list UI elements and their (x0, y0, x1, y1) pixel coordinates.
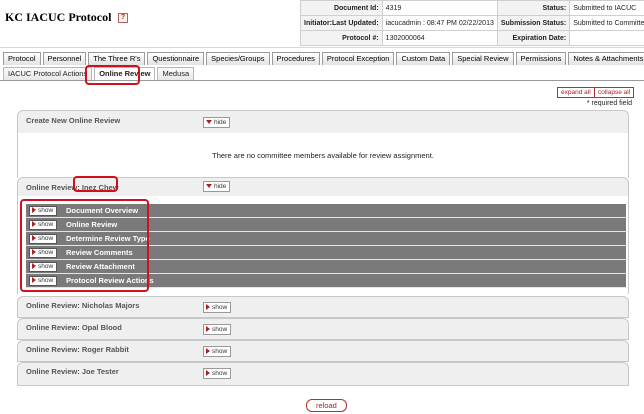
roger-rabbit-show-button[interactable]: show (203, 346, 232, 357)
expand-all-button[interactable]: expand all (557, 87, 595, 98)
reviewer-name-highlight (73, 176, 118, 192)
online-review-panel-collapsed: Online Review: Roger Rabbit show (17, 340, 629, 362)
submission-status-label: Submission Status: (496, 15, 571, 31)
create-review-hide-button[interactable]: hide (203, 117, 231, 128)
create-online-review-panel: Create New Online Review hide There are … (17, 110, 629, 178)
review-sections-highlight (20, 199, 149, 292)
expand-arrow-icon (206, 326, 210, 333)
expand-arrow-icon (206, 348, 210, 355)
collapsed-review-title: Online Review: Opal Blood (26, 323, 122, 332)
doc-info-row: Document Id: 4319 Status: Submitted to I… (300, 0, 644, 16)
protocol-number-value: 1302000064 (381, 30, 498, 46)
hide-label: hide (214, 119, 227, 126)
doc-id-value: 4319 (381, 0, 498, 16)
create-review-body: There are no committee members available… (18, 133, 628, 178)
hide-label: hide (214, 183, 227, 190)
tab-procedures[interactable]: Procedures (271, 52, 320, 65)
collapsed-review-title: Online Review: Nicholas Majors (26, 301, 140, 310)
required-field-note: * required field (586, 100, 632, 107)
collapsed-review-title: Online Review: Roger Rabbit (26, 345, 129, 354)
online-review-panel-collapsed: Online Review: Joe Tester show (17, 362, 629, 386)
initiator-value: iacucadmin : 08:47 PM 02/22/2013 (381, 15, 498, 31)
status-value: Submitted to IACUC (569, 0, 644, 16)
document-info-table: Document Id: 4319 Status: Submitted to I… (300, 0, 644, 46)
tab-personnel[interactable]: Personnel (42, 52, 87, 65)
doc-info-row: Protocol #: 1302000064 Expiration Date: (300, 30, 644, 46)
page-title: KC IACUC Protocol (5, 10, 112, 24)
online-review-panel-collapsed: Online Review: Nicholas Majors show (17, 296, 629, 318)
open-review-hide-button[interactable]: hide (203, 181, 231, 192)
document-header: KC IACUC Protocol ? Document Id: 4319 St… (0, 0, 644, 48)
show-label: show (212, 304, 228, 311)
reload-button[interactable]: reload (306, 399, 347, 412)
expiration-date-value (569, 30, 644, 46)
submission-status-value: Submitted to Committee (569, 15, 644, 31)
show-label: show (212, 348, 228, 355)
open-review-prefix: Online Review: (26, 183, 80, 192)
tab-protocol-exception[interactable]: Protocol Exception (321, 52, 395, 65)
show-label: show (212, 326, 228, 333)
doc-id-label: Document Id: (300, 0, 383, 16)
nicholas-majors-show-button[interactable]: show (203, 302, 232, 313)
show-label: show (212, 370, 228, 377)
tab-questionnaire[interactable]: Questionnaire (147, 52, 205, 65)
tab-notes-attachments[interactable]: Notes & Attachments (568, 52, 644, 65)
tab-medusa[interactable]: Medusa (157, 67, 195, 80)
tab-protocol[interactable]: Protocol (3, 52, 41, 65)
collapse-arrow-icon (206, 184, 212, 189)
collapsed-review-title: Online Review: Joe Tester (26, 367, 119, 376)
doc-info-row: Initiator:Last Updated: iacucadmin : 08:… (300, 15, 644, 31)
tab-iacuc-protocol-actions[interactable]: IACUC Protocol Actions (3, 67, 93, 80)
initiator-label: Initiator:Last Updated: (300, 15, 383, 31)
tab-special-review[interactable]: Special Review (452, 52, 514, 65)
expand-arrow-icon (206, 370, 210, 377)
help-icon[interactable]: ? (118, 13, 128, 23)
main-tabs: Protocol Personnel The Three R's Questio… (3, 52, 644, 65)
no-members-message: There are no committee members available… (212, 151, 434, 160)
opal-blood-show-button[interactable]: show (203, 324, 232, 335)
tab-species-groups[interactable]: Species/Groups (206, 52, 270, 65)
expand-arrow-icon (206, 304, 210, 311)
online-review-tab-highlight (85, 65, 140, 85)
online-review-panel-collapsed: Online Review: Opal Blood show (17, 318, 629, 340)
collapse-all-button[interactable]: collapse all (594, 87, 635, 98)
status-label: Status: (496, 0, 571, 16)
collapse-arrow-icon (206, 120, 212, 125)
tab-custom-data[interactable]: Custom Data (396, 52, 451, 65)
create-review-title: Create New Online Review (26, 116, 121, 125)
joe-tester-show-button[interactable]: show (203, 368, 232, 379)
tab-three-rs[interactable]: The Three R's (88, 52, 146, 65)
expiration-date-label: Expiration Date: (496, 30, 571, 46)
protocol-number-label: Protocol #: (300, 30, 383, 46)
tab-permissions[interactable]: Permissions (515, 52, 567, 65)
